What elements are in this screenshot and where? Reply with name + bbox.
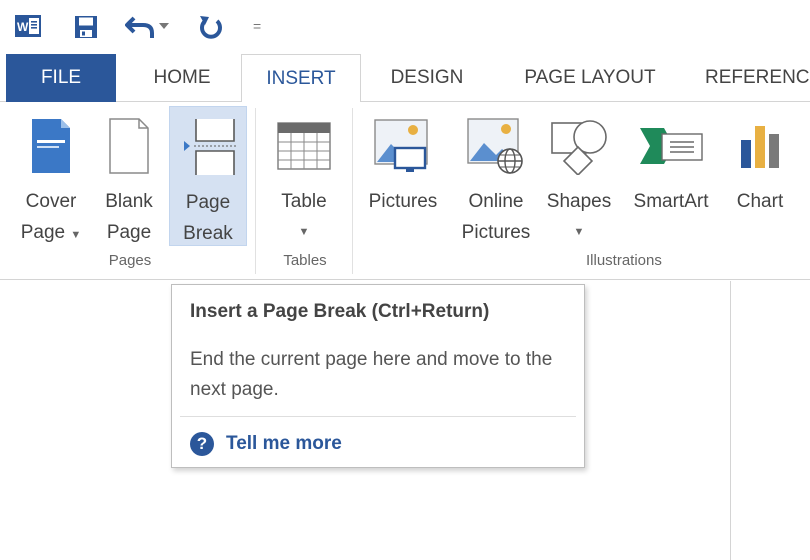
page-break-label-1: Page (185, 192, 231, 213)
ribbon-tab-row: FILE HOME INSERT DESIGN PAGE LAYOUT REFE… (0, 54, 810, 103)
save-icon[interactable] (73, 14, 99, 40)
group-label-illustrations: Illustrations (586, 252, 662, 269)
tab-design[interactable]: DESIGN (372, 54, 482, 102)
shapes-label: Shapes (546, 191, 612, 212)
cover-page-button[interactable]: Cover Page ▼ (10, 106, 92, 246)
blank-page-icon (94, 106, 164, 186)
chart-label: Chart (736, 191, 784, 212)
dropdown-caret-icon: ▼ (70, 229, 82, 241)
tab-page-layout[interactable]: PAGE LAYOUT (500, 54, 680, 102)
document-page-edge (730, 281, 731, 560)
page-break-button[interactable]: Page Break (169, 106, 247, 246)
page-break-label-2: Break (183, 223, 233, 244)
online-pictures-icon (453, 106, 539, 186)
table-button[interactable]: Table ▼ (266, 106, 342, 246)
pictures-button[interactable]: Pictures (362, 106, 444, 246)
page-break-tooltip: Insert a Page Break (Ctrl+Return) End th… (171, 284, 585, 468)
smartart-label: SmartArt (633, 191, 709, 212)
tell-me-more-link[interactable]: ? Tell me more (190, 432, 342, 456)
chart-button[interactable]: Chart (724, 106, 796, 246)
smartart-icon (621, 106, 721, 186)
group-divider (255, 108, 256, 274)
group-divider (352, 108, 353, 274)
quick-access-toolbar: W = (0, 0, 810, 54)
smartart-button[interactable]: SmartArt (621, 106, 721, 246)
table-label: Table (281, 191, 327, 212)
tooltip-description: End the current page here and move to th… (190, 349, 553, 400)
help-icon: ? (190, 432, 214, 456)
tab-references[interactable]: REFERENC (705, 54, 810, 102)
undo-dropdown-icon[interactable] (158, 20, 170, 32)
online-pictures-label-2: Pictures (461, 222, 531, 243)
group-label-pages: Pages (108, 252, 152, 269)
tab-insert[interactable]: INSERT (241, 54, 361, 103)
pictures-icon (362, 106, 444, 186)
online-pictures-button[interactable]: Online Pictures (453, 106, 539, 246)
group-label-tables: Tables (283, 252, 327, 269)
table-icon (266, 106, 342, 186)
tooltip-title: Insert a Page Break (Ctrl+Return) (190, 301, 490, 322)
svg-text:W: W (17, 20, 29, 34)
blank-page-label-2: Page (106, 222, 152, 243)
cover-page-icon (10, 106, 92, 186)
page-break-icon (170, 107, 246, 187)
cover-page-label-1: Cover (25, 191, 77, 212)
word-app-icon[interactable]: W (15, 14, 41, 38)
tooltip-divider (180, 416, 576, 417)
blank-page-label-1: Blank (105, 191, 153, 212)
undo-icon[interactable] (124, 12, 156, 42)
pictures-label: Pictures (368, 191, 438, 212)
dropdown-caret-icon: ▼ (573, 226, 585, 238)
tell-me-more-label: Tell me more (226, 433, 342, 454)
tab-file[interactable]: FILE (6, 54, 116, 102)
chart-icon (724, 106, 796, 186)
customize-toolbar-icon[interactable]: = (253, 18, 261, 34)
shapes-button[interactable]: Shapes ▼ (540, 106, 618, 246)
cover-page-label-2: Page ▼ (20, 222, 82, 243)
blank-page-button[interactable]: Blank Page (94, 106, 164, 246)
shapes-icon (540, 106, 618, 186)
ribbon-insert: Cover Page ▼ Blank Page Page Break Pages (0, 102, 810, 280)
tab-home[interactable]: HOME (132, 54, 232, 102)
dropdown-caret-icon: ▼ (298, 226, 310, 238)
redo-icon[interactable] (196, 12, 226, 42)
online-pictures-label-1: Online (468, 191, 524, 212)
